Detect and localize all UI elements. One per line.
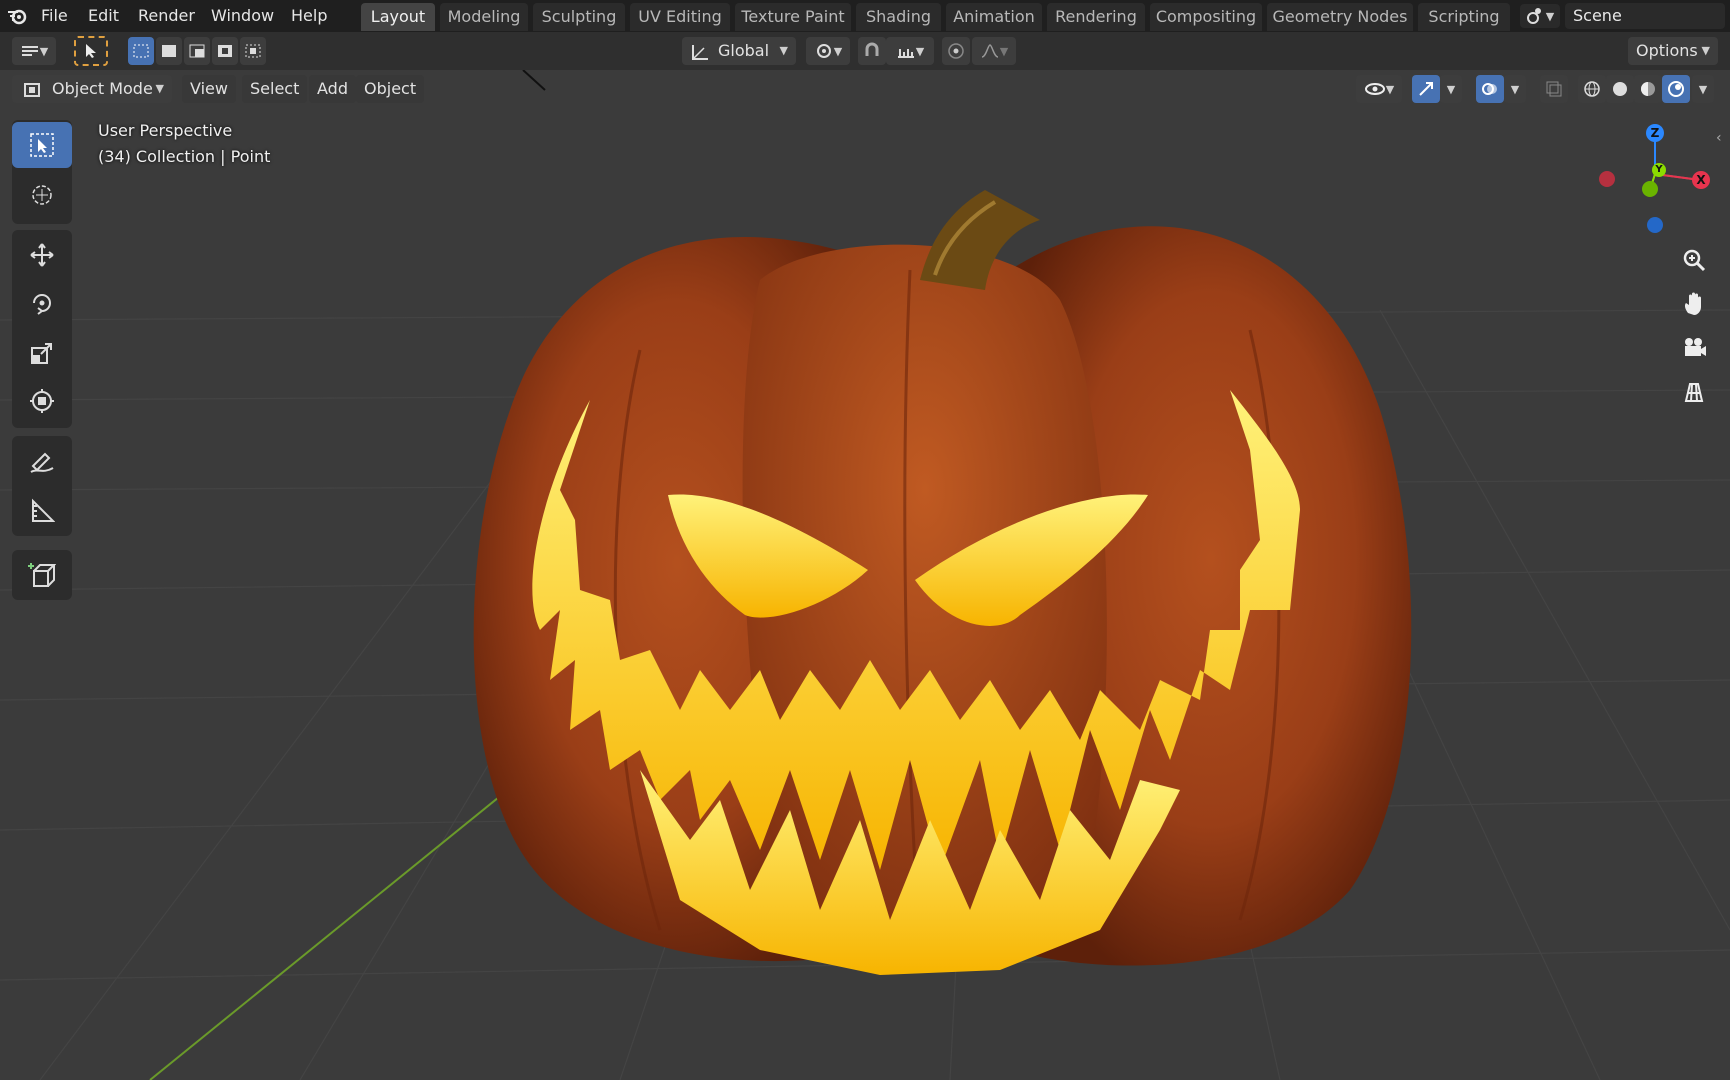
annotate-tool-icon[interactable] [12, 438, 72, 484]
object-mode-icon [22, 80, 42, 108]
editor-type-icon[interactable]: ▼ [12, 37, 56, 65]
menu-add[interactable]: Add [309, 75, 356, 103]
toolbar-group-annotate [12, 436, 72, 536]
tab-geometry-nodes[interactable]: Geometry Nodes [1267, 3, 1413, 31]
menu-render[interactable]: Render [134, 4, 199, 28]
shading-solid-icon[interactable] [1606, 75, 1634, 103]
scene-name-field[interactable]: Scene [1565, 3, 1725, 29]
cursor-tool-icon[interactable] [12, 172, 72, 218]
sidebar-toggle-icon[interactable]: ‹ [1716, 130, 1722, 146]
tool-settings-header: ▼ Global ▼ ▼ ▼ ▼ Options ▼ [0, 32, 1730, 70]
menu-edit[interactable]: Edit [84, 4, 123, 28]
toolbar-group-select [12, 120, 72, 224]
gizmo-z-axis[interactable]: Z [1646, 124, 1664, 142]
tab-uv-editing[interactable]: UV Editing [630, 3, 730, 31]
chevron-down-icon: ▼ [1385, 82, 1395, 96]
snap-magnet-icon[interactable] [858, 37, 886, 65]
chevron-down-icon: ▼ [915, 44, 925, 58]
gizmo-neg-z-dot[interactable] [1647, 217, 1663, 233]
overlays-dropdown-icon[interactable]: ▼ [1504, 75, 1526, 103]
toolbar-group-add [12, 550, 72, 600]
chevron-down-icon: ▼ [155, 82, 164, 95]
chevron-down-icon: ▼ [39, 44, 49, 58]
shading-material-icon[interactable] [1634, 75, 1662, 103]
top-bar: File Edit Render Window Help Layout Mode… [0, 0, 1730, 32]
navigation-gizmo[interactable]: Z X Y [1590, 118, 1720, 238]
tab-rendering[interactable]: Rendering [1047, 3, 1145, 31]
gizmo-y-axis[interactable]: Y [1652, 163, 1666, 177]
move-tool-icon[interactable] [12, 232, 72, 278]
snap-increment-icon[interactable]: ▼ [886, 37, 934, 65]
camera-view-icon[interactable] [1676, 330, 1712, 366]
viewport-perspective-label: User Perspective [98, 121, 233, 140]
menu-select[interactable]: Select [242, 75, 308, 103]
tab-shading[interactable]: Shading [856, 3, 941, 31]
ortho-grid-icon[interactable] [1676, 374, 1712, 410]
rotate-tool-icon[interactable] [12, 280, 72, 326]
chevron-down-icon: ▼ [1701, 44, 1710, 57]
select-box-tool-icon[interactable] [12, 122, 72, 168]
tab-layout[interactable]: Layout [361, 3, 435, 31]
xray-toggle-icon[interactable] [1540, 75, 1568, 103]
tab-animation[interactable]: Animation [946, 3, 1042, 31]
menu-window[interactable]: Window [207, 4, 278, 28]
viewport-header: Object Mode ▼ View Select Add Object ▼ ▼… [0, 70, 1730, 108]
transform-tool-icon[interactable] [12, 378, 72, 424]
tab-modeling[interactable]: Modeling [440, 3, 528, 31]
orientation-axes-icon [690, 42, 710, 70]
options-dropdown[interactable]: Options ▼ [1628, 37, 1718, 65]
shading-wireframe-icon[interactable] [1578, 75, 1606, 103]
pivot-point-icon[interactable]: ▼ [806, 37, 850, 65]
measure-tool-icon[interactable] [12, 488, 72, 534]
tab-sculpting[interactable]: Sculpting [533, 3, 625, 31]
select-extend-icon[interactable] [156, 37, 182, 65]
scene-selector-icon[interactable]: ▼ [1520, 4, 1560, 28]
select-invert-icon[interactable] [212, 37, 238, 65]
visibility-eye-icon[interactable]: ▼ [1356, 75, 1402, 103]
menu-object[interactable]: Object [356, 75, 425, 103]
scale-tool-icon[interactable] [12, 330, 72, 376]
chevron-down-icon: ▼ [779, 44, 788, 57]
pan-hand-icon[interactable] [1676, 286, 1712, 322]
viewport-collection-label: (34) Collection | Point [98, 147, 271, 166]
gizmo-x-axis[interactable]: X [1692, 171, 1710, 189]
menu-file[interactable]: File [37, 4, 72, 28]
tab-compositing[interactable]: Compositing [1150, 3, 1262, 31]
shading-rendered-icon[interactable] [1662, 75, 1690, 103]
gizmo-dropdown-icon[interactable]: ▼ [1440, 75, 1462, 103]
chevron-down-icon: ▼ [833, 44, 843, 58]
menu-view[interactable]: View [182, 75, 236, 103]
tab-texture-paint[interactable]: Texture Paint [735, 3, 851, 31]
gizmo-neg-y-dot[interactable] [1642, 181, 1658, 197]
tab-scripting[interactable]: Scripting [1418, 3, 1510, 31]
select-new-icon[interactable] [128, 37, 154, 65]
overlays-toggle-icon[interactable] [1476, 75, 1504, 103]
pumpkin-model [473, 190, 1412, 975]
select-subtract-icon[interactable] [184, 37, 210, 65]
proportional-edit-icon[interactable] [942, 37, 970, 65]
blender-logo-icon[interactable] [6, 5, 28, 27]
chevron-down-icon: ▼ [999, 44, 1009, 58]
transform-orientation-dropdown[interactable]: Global ▼ [682, 37, 796, 65]
select-tool-icon[interactable] [74, 36, 108, 66]
gizmo-toggle-icon[interactable] [1412, 75, 1440, 103]
menu-help[interactable]: Help [287, 4, 331, 28]
chevron-down-icon: ▼ [1545, 9, 1555, 23]
falloff-curve-icon[interactable]: ▼ [972, 37, 1016, 65]
mode-dropdown[interactable]: Object Mode ▼ [12, 75, 172, 103]
toolbar-group-transform [12, 230, 72, 428]
select-intersect-icon[interactable] [240, 37, 266, 65]
gizmo-neg-x-dot[interactable] [1599, 171, 1615, 187]
shading-dropdown-icon[interactable]: ▼ [1692, 75, 1714, 103]
zoom-icon[interactable] [1676, 242, 1712, 278]
viewport-3d[interactable] [0, 70, 1730, 1080]
add-cube-tool-icon[interactable] [12, 552, 72, 598]
